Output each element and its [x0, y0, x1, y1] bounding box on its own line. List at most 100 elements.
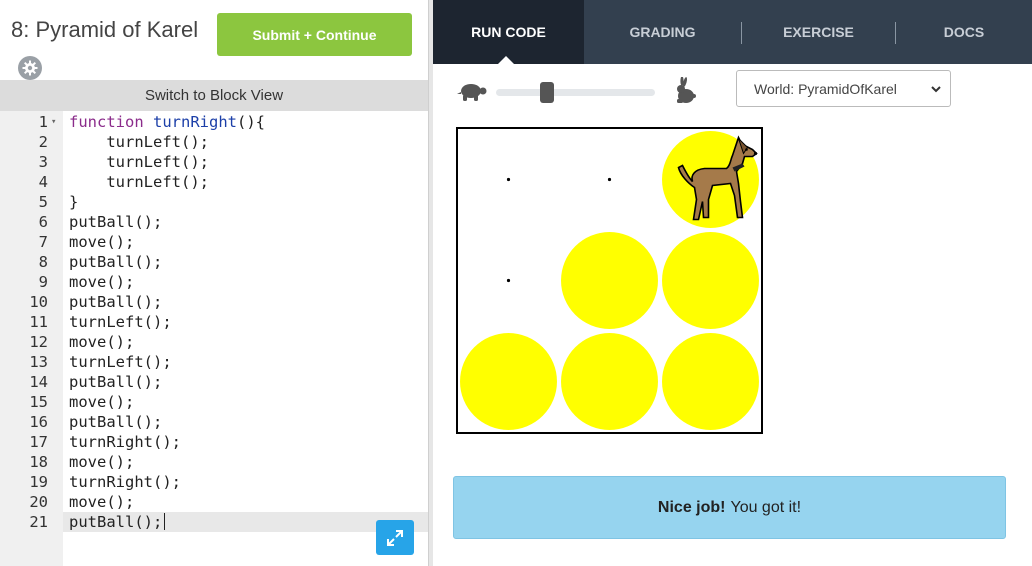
- result-bold-text: Nice job!: [657, 498, 726, 516]
- line-number: 12: [29, 333, 48, 351]
- code-line[interactable]: 16 putBall();: [0, 412, 428, 432]
- ball: [561, 232, 658, 329]
- karel-world-canvas: [456, 127, 763, 434]
- tab-exercise[interactable]: EXERCISE: [742, 0, 895, 64]
- code-text: putBall();: [69, 373, 163, 391]
- code-line[interactable]: 14 putBall();: [0, 372, 428, 392]
- tab-grading[interactable]: GRADING: [584, 0, 741, 64]
- code-line[interactable]: 11 turnLeft();: [0, 312, 428, 332]
- code-line[interactable]: 5}: [0, 192, 428, 212]
- switch-to-block-view-button[interactable]: Switch to Block View: [0, 80, 428, 111]
- tab-docs[interactable]: DOCS: [896, 0, 1032, 64]
- code-text: turnLeft();: [69, 353, 172, 371]
- code-line[interactable]: 4 turnLeft();: [0, 172, 428, 192]
- code-text: move();: [69, 273, 135, 291]
- line-number: 2: [38, 133, 48, 151]
- karel-world: [460, 131, 759, 430]
- run-pane: RUN CODE GRADING EXERCISE DOCS World: Py…: [433, 0, 1032, 566]
- code-line[interactable]: 10 putBall();: [0, 292, 428, 312]
- empty-cell-dot: [506, 278, 511, 283]
- code-text: move();: [69, 333, 135, 351]
- code-text: move();: [69, 233, 135, 251]
- code-text: turnLeft();: [69, 173, 209, 191]
- ball: [662, 232, 759, 329]
- chevron-down-icon: [931, 86, 941, 93]
- line-number: 14: [29, 373, 48, 391]
- code-line[interactable]: 15 move();: [0, 392, 428, 412]
- app-root: 8: Pyramid of Karel Submit + Continue Sw…: [0, 0, 1032, 566]
- code-text: putBall();: [69, 413, 163, 431]
- result-text: You got it!: [730, 498, 802, 516]
- world-select-value: World: PyramidOfKarel: [754, 80, 897, 97]
- code-text: move();: [69, 453, 135, 471]
- code-line-background: [63, 192, 428, 212]
- line-number: 17: [29, 433, 48, 451]
- code-text: turnRight();: [69, 433, 181, 451]
- world-select[interactable]: World: PyramidOfKarel: [736, 70, 951, 107]
- speed-slider-track[interactable]: [496, 89, 655, 96]
- code-line[interactable]: 6 putBall();: [0, 212, 428, 232]
- ball: [460, 333, 557, 430]
- code-text: putBall();: [69, 293, 163, 311]
- line-number: 19: [29, 473, 48, 491]
- result-banner: Nice job! You got it!: [453, 476, 1006, 539]
- code-editor[interactable]: 1 ▾ function turnRight(){2 turnLeft(); 3 tu…: [0, 111, 428, 566]
- code-line[interactable]: 9 move();: [0, 272, 428, 292]
- code-text: turnLeft();: [69, 153, 209, 171]
- speed-slider-thumb[interactable]: [539, 82, 554, 103]
- settings-gear-icon[interactable]: [18, 56, 42, 80]
- line-number: 10: [29, 293, 48, 311]
- line-number: 15: [29, 393, 48, 411]
- code-text: putBall();: [69, 512, 166, 532]
- code-text: function turnRight(){: [69, 113, 265, 131]
- code-line[interactable]: 2 turnLeft();: [0, 132, 428, 152]
- line-number: 3: [38, 153, 48, 171]
- ball: [662, 333, 759, 430]
- line-number: 7: [38, 233, 48, 251]
- fold-toggle-icon[interactable]: ▾: [51, 112, 56, 132]
- ball: [561, 333, 658, 430]
- code-line[interactable]: 12 move();: [0, 332, 428, 352]
- editor-pane: 8: Pyramid of Karel Submit + Continue Sw…: [0, 0, 428, 566]
- code-line[interactable]: 17 turnRight();: [0, 432, 428, 452]
- active-tab-caret: [498, 56, 514, 64]
- code-text: }: [69, 193, 79, 211]
- text-cursor: [164, 513, 166, 530]
- code-text: putBall();: [69, 213, 163, 231]
- code-text: turnLeft();: [69, 133, 209, 151]
- expand-editor-button[interactable]: [376, 520, 414, 555]
- code-text: turnLeft();: [69, 313, 172, 331]
- code-line[interactable]: 3 turnLeft();: [0, 152, 428, 172]
- empty-cell-dot: [506, 177, 511, 182]
- tab-run-code[interactable]: RUN CODE: [433, 0, 584, 64]
- code-text: move();: [69, 393, 135, 411]
- code-text: turnRight();: [69, 473, 181, 491]
- line-number: 20: [29, 493, 48, 511]
- code-line[interactable]: 8 putBall();: [0, 252, 428, 272]
- line-number: 6: [38, 213, 48, 231]
- rabbit-icon: [677, 77, 696, 103]
- line-number: 13: [29, 353, 48, 371]
- line-number: 4: [38, 173, 48, 191]
- line-number: 11: [29, 313, 48, 331]
- line-number: 1: [38, 113, 48, 131]
- code-line[interactable]: 19 turnRight();: [0, 472, 428, 492]
- code-line[interactable]: 13 turnLeft();: [0, 352, 428, 372]
- code-text: putBall();: [69, 253, 163, 271]
- code-line[interactable]: 18 move();: [0, 452, 428, 472]
- code-text: move();: [69, 493, 135, 511]
- code-line[interactable]: 20 move();: [0, 492, 428, 512]
- submit-continue-button[interactable]: Submit + Continue: [217, 13, 412, 56]
- code-line[interactable]: 1 ▾ function turnRight(){: [0, 112, 428, 132]
- line-number: 5: [38, 193, 48, 211]
- empty-cell-dot: [607, 177, 612, 182]
- line-number: 9: [38, 273, 48, 291]
- line-number: 16: [29, 413, 48, 431]
- code-line[interactable]: 7 move();: [0, 232, 428, 252]
- line-number: 21: [29, 513, 48, 531]
- line-number: 8: [38, 253, 48, 271]
- code-line[interactable]: 21 putBall();: [0, 512, 428, 532]
- turtle-icon: [457, 84, 487, 101]
- line-number: 18: [29, 453, 48, 471]
- tab-bar: RUN CODE GRADING EXERCISE DOCS: [433, 0, 1032, 64]
